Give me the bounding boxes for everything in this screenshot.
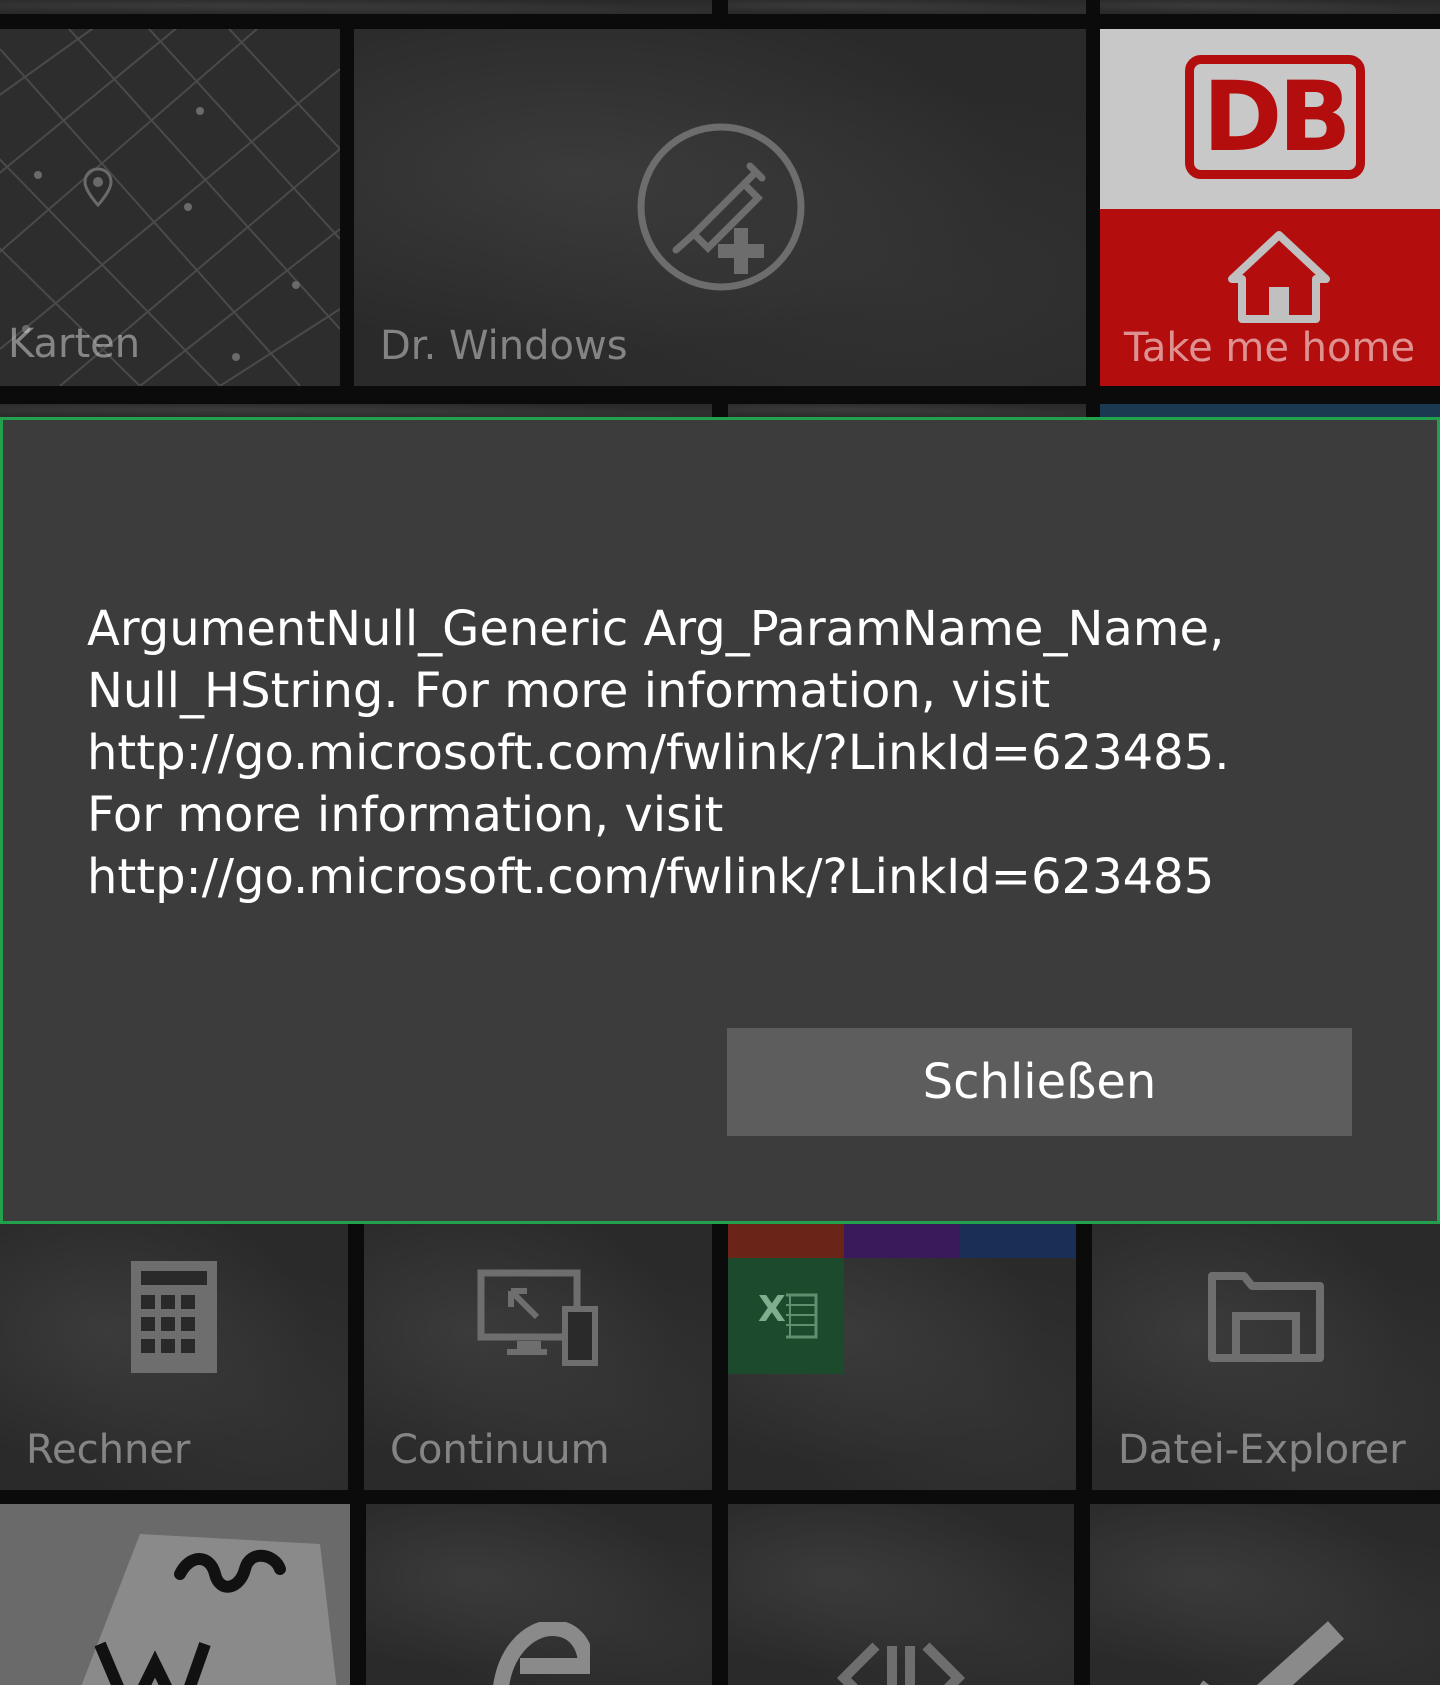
tile-calculator[interactable]: Rechner <box>0 1224 348 1490</box>
home-icon <box>1228 231 1330 323</box>
calculator-icon <box>131 1261 217 1373</box>
office-strip-red <box>728 1224 844 1258</box>
db-logo-text: DB <box>1202 61 1352 173</box>
tile-top-1[interactable] <box>0 0 712 14</box>
tile-label-db: Take me home <box>1124 325 1416 371</box>
tile-drwindows[interactable]: Dr. Windows <box>354 29 1086 386</box>
tile-label-maps: Karten <box>8 321 141 367</box>
dialog-message: ArgumentNull_Generic Arg_ParamName_Name,… <box>87 601 1230 905</box>
excel-tile[interactable]: X <box>728 1258 844 1374</box>
w-logo-icon <box>81 1534 337 1685</box>
tile-edge[interactable] <box>366 1504 712 1685</box>
folder-icon <box>1208 1272 1324 1362</box>
continuum-icon <box>477 1269 598 1366</box>
tile-label-explorer: Datei-Explorer <box>1118 1427 1406 1473</box>
tile-row2-strip-3[interactable] <box>1100 404 1440 418</box>
edge-icon <box>493 1622 590 1685</box>
tile-maps[interactable]: Karten <box>0 29 340 386</box>
tile-app-check[interactable] <box>1090 1504 1440 1685</box>
db-logo: DB <box>1185 55 1365 179</box>
tile-top-2[interactable] <box>728 0 1086 14</box>
tile-continuum[interactable]: Continuum <box>364 1224 712 1490</box>
tile-app-w[interactable] <box>0 1504 350 1685</box>
tile-row2-strip-2[interactable] <box>728 404 1086 418</box>
tile-top-3[interactable] <box>1100 0 1440 14</box>
office-strip-blue <box>960 1224 1076 1258</box>
tile-label-continuum: Continuum <box>390 1427 610 1473</box>
close-button[interactable]: Schließen <box>727 1028 1352 1136</box>
error-dialog: ArgumentNull_Generic Arg_ParamName_Name,… <box>0 417 1440 1224</box>
tile-app-arrows[interactable] <box>728 1504 1074 1685</box>
location-pin-icon <box>83 167 113 207</box>
tile-db[interactable]: DB Take me home <box>1100 29 1440 386</box>
tile-label-drwindows: Dr. Windows <box>380 323 628 369</box>
excel-letter: X <box>758 1289 786 1330</box>
tile-row2-strip-1[interactable] <box>0 404 712 418</box>
checkmark-icon <box>1199 1621 1345 1685</box>
arrows-icon <box>836 1642 966 1685</box>
syringe-plus-icon <box>637 123 805 291</box>
tile-office-group[interactable]: X <box>728 1224 1076 1490</box>
office-strip-purple <box>844 1224 960 1258</box>
tile-explorer[interactable]: Datei-Explorer <box>1092 1224 1440 1490</box>
tile-label-calculator: Rechner <box>26 1427 191 1473</box>
